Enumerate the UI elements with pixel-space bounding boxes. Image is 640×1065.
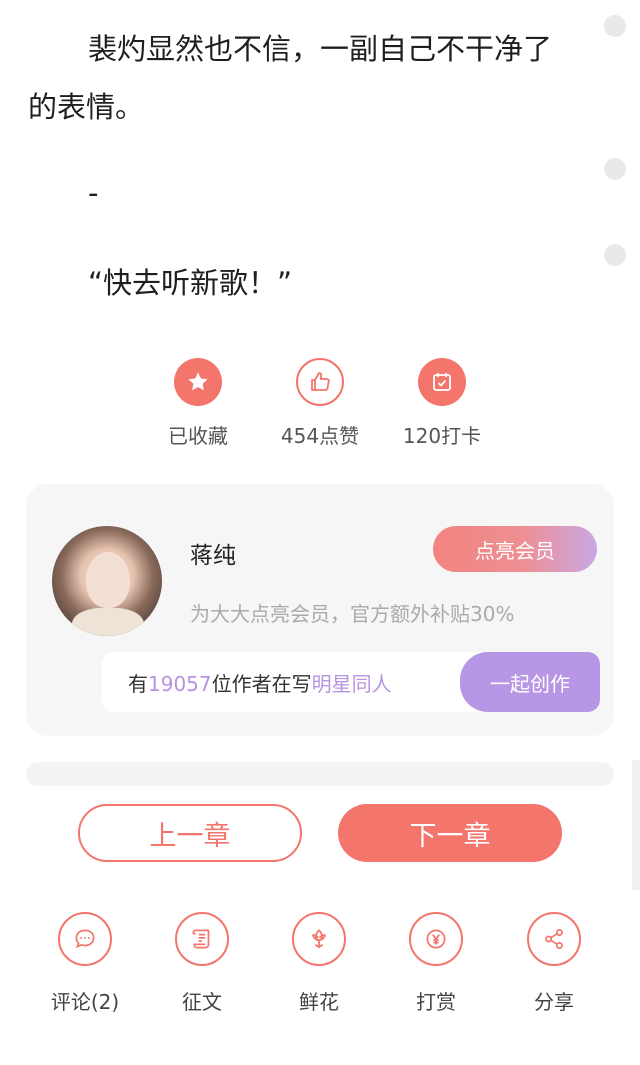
paragraph-comment-dot[interactable] bbox=[604, 15, 626, 37]
yen-coin-icon bbox=[409, 912, 463, 966]
story-line-4: “快去听新歌！” bbox=[88, 266, 293, 300]
flower-button[interactable]: 鲜花 bbox=[269, 912, 369, 1015]
share-button[interactable]: 分享 bbox=[504, 912, 604, 1015]
like-count-label: 454点赞 bbox=[280, 424, 360, 448]
create-together-button[interactable]: 一起创作 bbox=[460, 652, 600, 712]
essay-contest-button[interactable]: 征文 bbox=[152, 912, 252, 1015]
story-line-1: 裴灼显然也不信，一副自己不干净了 bbox=[88, 32, 553, 66]
scroll-icon bbox=[175, 912, 229, 966]
next-chapter-button[interactable]: 下一章 bbox=[338, 804, 562, 862]
comment-button[interactable]: 评论(2) bbox=[35, 912, 135, 1015]
like-button[interactable]: 454点赞 bbox=[270, 358, 370, 449]
writers-prefix: 有 bbox=[128, 672, 148, 696]
reward-label: 打赏 bbox=[416, 990, 456, 1014]
calendar-check-icon bbox=[418, 358, 466, 406]
essay-contest-label: 征文 bbox=[182, 990, 222, 1014]
flower-label: 鲜花 bbox=[299, 990, 339, 1014]
checkin-button[interactable]: 120打卡 bbox=[392, 358, 492, 449]
vip-description: 为大大点亮会员，官方额外补贴30% bbox=[190, 602, 515, 626]
divider-bar bbox=[26, 762, 614, 786]
thumbs-up-icon bbox=[296, 358, 344, 406]
writers-bar[interactable]: 有19057位作者在写明星同人 一起创作 bbox=[102, 652, 600, 712]
author-name[interactable]: 蒋纯 bbox=[190, 536, 236, 570]
writers-text: 有19057位作者在写明星同人 bbox=[128, 668, 392, 697]
checkin-count-label: 120打卡 bbox=[402, 424, 482, 448]
story-line-2: 的表情。 bbox=[28, 90, 145, 124]
paragraph-comment-dot[interactable] bbox=[604, 244, 626, 266]
author-avatar[interactable] bbox=[52, 526, 162, 636]
scrollbar[interactable] bbox=[632, 760, 640, 890]
vip-button[interactable]: 点亮会员 bbox=[433, 526, 597, 572]
author-card: 蒋纯 点亮会员 为大大点亮会员，官方额外补贴30% 有19057位作者在写明星同… bbox=[26, 484, 614, 736]
collect-label: 已收藏 bbox=[168, 424, 228, 448]
share-label: 分享 bbox=[534, 990, 574, 1014]
story-line-3: - bbox=[88, 176, 99, 210]
star-icon bbox=[174, 358, 222, 406]
writers-count: 19057 bbox=[148, 672, 212, 696]
flower-icon bbox=[292, 912, 346, 966]
comment-icon bbox=[58, 912, 112, 966]
writers-topic: 明星同人 bbox=[311, 672, 392, 696]
writers-middle: 位作者在写 bbox=[211, 672, 312, 696]
comment-label: 评论(2) bbox=[50, 990, 120, 1014]
reward-button[interactable]: 打赏 bbox=[386, 912, 486, 1015]
share-icon bbox=[527, 912, 581, 966]
paragraph-comment-dot[interactable] bbox=[604, 158, 626, 180]
collect-button[interactable]: 已收藏 bbox=[148, 358, 248, 449]
prev-chapter-button[interactable]: 上一章 bbox=[78, 804, 302, 862]
